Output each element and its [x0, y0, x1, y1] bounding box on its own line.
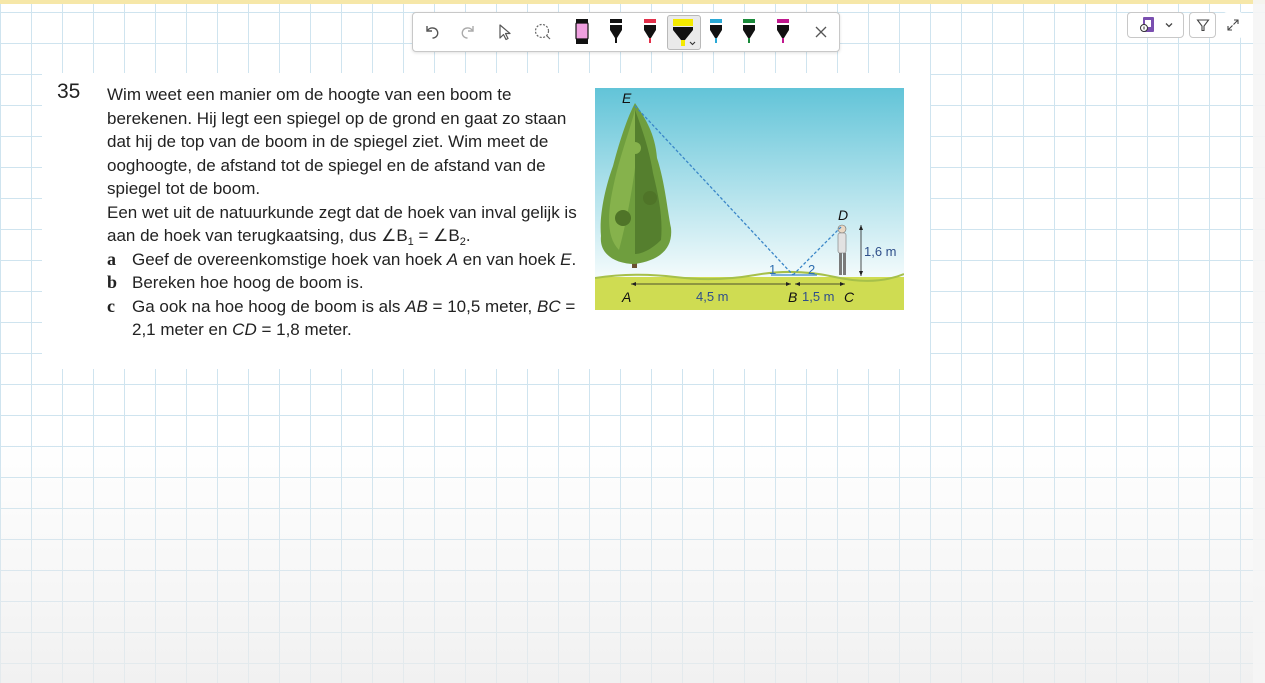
lasso-icon [534, 23, 551, 40]
tree-mirror-figure: E D A B C 1 2 4,5 m 1,5 m 1,6 m [595, 88, 904, 310]
distance-AB-label: 4,5 m [696, 289, 729, 304]
label-D: D [838, 207, 848, 223]
select-cursor-icon [499, 24, 511, 41]
pen-blue-button[interactable] [701, 13, 731, 51]
redo-icon [461, 26, 474, 39]
undo-button[interactable] [417, 13, 447, 51]
pen-icon [610, 19, 622, 43]
select-button[interactable] [490, 13, 520, 51]
pen-red-button[interactable] [635, 13, 665, 51]
angle-1-label: 1 [769, 262, 776, 277]
expand-button[interactable] [1223, 12, 1243, 38]
redo-button[interactable] [453, 13, 483, 51]
label-A: A [621, 289, 631, 305]
pen-magenta-button[interactable] [768, 13, 798, 51]
pen-pink-button[interactable] [567, 13, 597, 51]
exercise-intro: Wim weet een manier om de hoogte van een… [107, 85, 567, 198]
notebook-menu-button[interactable] [1127, 12, 1184, 38]
exercise-text: Wim weet een manier om de hoogte van een… [107, 83, 587, 342]
label-B: B [788, 289, 797, 305]
scroll-edge [1253, 0, 1265, 683]
expand-icon [1227, 19, 1239, 31]
undo-icon [426, 26, 439, 39]
notebook-icon [1139, 17, 1154, 32]
filter-button[interactable] [1189, 12, 1216, 38]
pen-icon [777, 19, 789, 43]
lasso-button[interactable] [528, 13, 558, 51]
pen-black-button[interactable] [601, 13, 631, 51]
pen-toolbar [412, 12, 840, 52]
question-a: a Geef de overeenkomstige hoek van hoek A… [107, 248, 577, 269]
question-b: b Bereken hoe hoog de boom is. [107, 272, 364, 292]
grass [595, 277, 904, 310]
label-E: E [622, 90, 632, 106]
pen-icon [743, 19, 755, 43]
highlighter-yellow-button[interactable] [667, 15, 701, 50]
pen-green-button[interactable] [734, 13, 764, 51]
exercise-number: 35 [57, 80, 81, 103]
highlighter-icon [673, 18, 696, 46]
top-accent-bar [0, 0, 1265, 4]
chevron-down-icon [1165, 23, 1172, 28]
close-toolbar-button[interactable] [806, 13, 836, 51]
height-CD-label: 1,6 m [864, 244, 897, 259]
question-c: c Ga ook na hoe hoog de boom is als AB = … [107, 295, 576, 340]
pen-icon [644, 19, 656, 43]
pen-icon [710, 19, 722, 43]
filter-icon [1195, 19, 1210, 32]
pen-icon [575, 19, 589, 44]
angle-2-label: 2 [808, 262, 815, 277]
exercise-law: Een wet uit de natuurkunde zegt dat de h… [107, 202, 577, 248]
label-C: C [844, 289, 855, 305]
close-icon [815, 26, 827, 38]
distance-BC-label: 1,5 m [802, 289, 835, 304]
